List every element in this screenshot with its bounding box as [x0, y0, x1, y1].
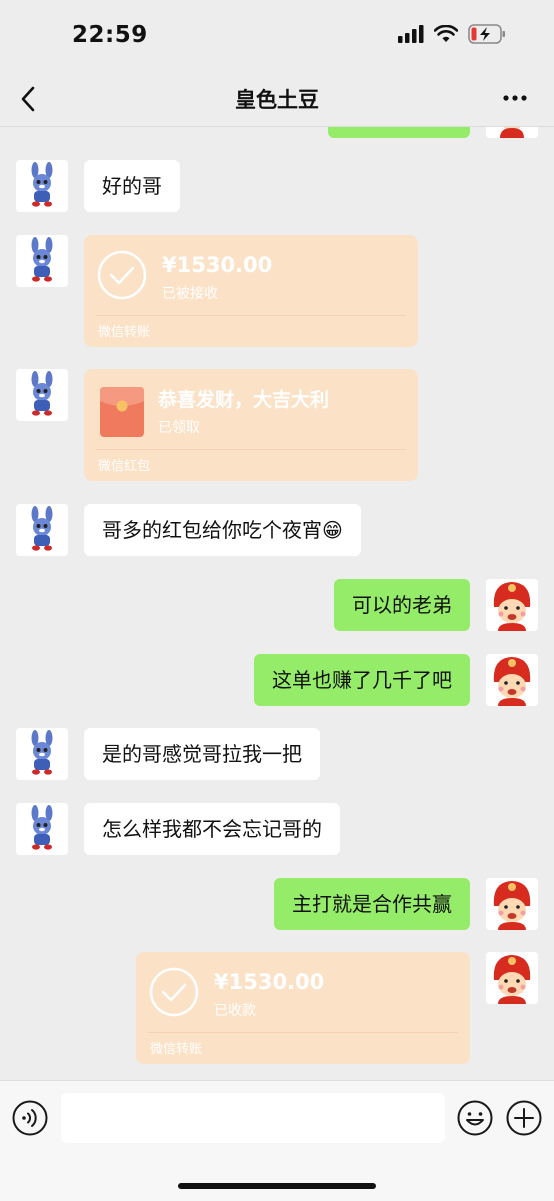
- voice-input-icon[interactable]: [11, 1099, 49, 1137]
- more-options-icon[interactable]: [502, 88, 528, 108]
- status-bar: 22:59: [0, 0, 554, 72]
- red-packet-title: 恭喜发财，大吉大利: [158, 389, 330, 411]
- bunny-avatar-icon: [16, 160, 68, 212]
- boy-avatar-icon: [486, 952, 538, 1004]
- contact-avatar-bunny[interactable]: [16, 803, 68, 855]
- boy-avatar-icon: [486, 654, 538, 706]
- red-packet-status: 已领取: [158, 420, 200, 436]
- bunny-avatar-icon: [16, 235, 68, 287]
- red-packet-footer: 微信红包: [98, 459, 151, 474]
- boy-avatar-icon: [486, 579, 538, 631]
- transfer-card-collected[interactable]: ¥1530.00 已收款 微信转账: [136, 952, 470, 1064]
- received-message[interactable]: 哥多的红包给你吃个夜宵😁: [84, 504, 361, 556]
- contact-avatar-bunny[interactable]: [16, 728, 68, 780]
- contact-avatar-bunny[interactable]: [16, 160, 68, 212]
- contact-avatar-bunny[interactable]: [16, 235, 68, 287]
- received-message[interactable]: 怎么样我都不会忘记哥的: [84, 803, 340, 855]
- sent-message[interactable]: 可以的老弟: [334, 579, 470, 631]
- chat-message-list[interactable]: 好的哥 ¥1530.00 已被接收 微信转账 恭喜发财，大吉大利 已领取 微信红…: [0, 72, 554, 1080]
- my-avatar-boy[interactable]: [486, 654, 538, 706]
- my-avatar-boy[interactable]: [486, 952, 538, 1004]
- sent-message[interactable]: 这单也赚了几千了吧: [254, 654, 470, 706]
- my-avatar-boy[interactable]: [486, 579, 538, 631]
- card-divider: [148, 1032, 458, 1033]
- bunny-avatar-icon: [16, 803, 68, 855]
- battery-charging-icon: [468, 24, 505, 44]
- chat-title: 皇色土豆: [235, 88, 319, 112]
- bunny-avatar-icon: [16, 728, 68, 780]
- home-indicator: [178, 1183, 376, 1189]
- transfer-status: 已被接收: [162, 286, 218, 302]
- card-divider: [96, 315, 406, 316]
- transfer-amount: ¥1530.00: [214, 970, 325, 994]
- card-divider: [96, 449, 406, 450]
- red-packet-icon: [100, 387, 144, 437]
- wifi-icon: [434, 25, 458, 42]
- cellular-signal-icon: [398, 25, 424, 43]
- red-packet-card[interactable]: 恭喜发财，大吉大利 已领取 微信红包: [84, 369, 418, 481]
- status-time: 22:59: [72, 22, 148, 48]
- transfer-footer: 微信转账: [98, 325, 151, 340]
- checkmark-circle-icon: [97, 250, 147, 300]
- my-avatar-boy[interactable]: [486, 878, 538, 930]
- bunny-avatar-icon: [16, 369, 68, 421]
- transfer-amount: ¥1530.00: [162, 253, 273, 277]
- contact-avatar-bunny[interactable]: [16, 369, 68, 421]
- received-message[interactable]: 是的哥感觉哥拉我一把: [84, 728, 320, 780]
- received-message[interactable]: 好的哥: [84, 160, 180, 212]
- status-icons: [398, 24, 506, 44]
- transfer-card-received[interactable]: ¥1530.00 已被接收 微信转账: [84, 235, 418, 347]
- message-input[interactable]: [61, 1093, 445, 1143]
- transfer-footer: 微信转账: [150, 1042, 203, 1057]
- checkmark-circle-icon: [149, 967, 199, 1017]
- boy-avatar-icon: [486, 878, 538, 930]
- sent-message[interactable]: 主打就是合作共赢: [274, 878, 470, 930]
- emoji-icon[interactable]: [456, 1099, 494, 1137]
- contact-avatar-bunny[interactable]: [16, 504, 68, 556]
- transfer-status: 已收款: [214, 1003, 256, 1019]
- bunny-avatar-icon: [16, 504, 68, 556]
- plus-more-icon[interactable]: [505, 1099, 543, 1137]
- chat-header: 皇色土豆: [0, 72, 554, 127]
